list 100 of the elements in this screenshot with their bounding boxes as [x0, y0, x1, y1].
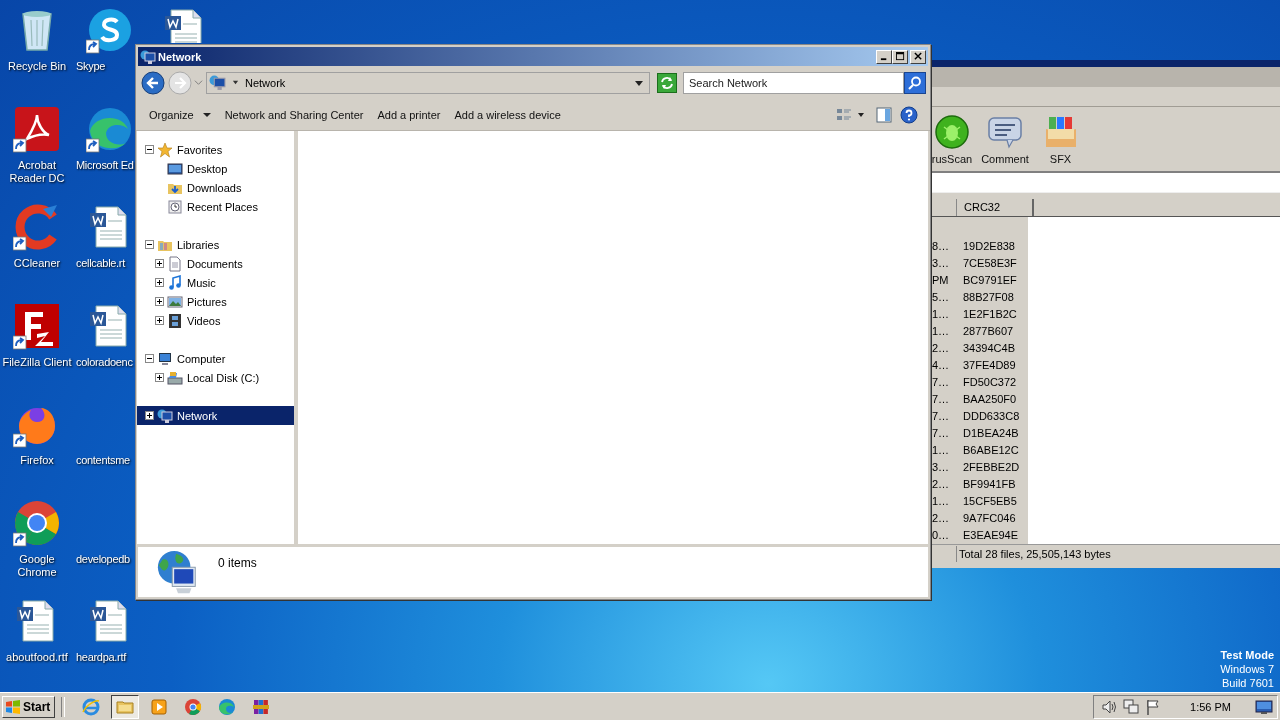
table-cell-text: 8…: [931, 240, 951, 253]
chrome-icon[interactable]: [13, 498, 61, 547]
desktop-icon-label[interactable]: Skype: [76, 60, 106, 73]
help-icon: [900, 105, 918, 124]
tree-item[interactable]: Libraries: [137, 235, 294, 254]
clock[interactable]: 1:56 PM: [1190, 700, 1231, 713]
desktop-icon-label[interactable]: Microsoft Ed: [76, 158, 134, 172]
table-cell: 2877B607: [963, 325, 1014, 338]
table-cell: 1E2F1B2C: [963, 308, 1017, 321]
table-cell: BF9941FB: [963, 478, 1016, 491]
document-icon: [167, 255, 183, 272]
caret-icon: [202, 110, 211, 119]
expand-toggle-icon[interactable]: [155, 373, 164, 382]
desktop-icon-label[interactable]: Acrobat Reader DC: [1, 158, 73, 185]
tree-item[interactable]: Local Disk (C:): [137, 368, 294, 387]
table-cell-text: 7…: [931, 376, 951, 389]
back-button[interactable]: [140, 69, 166, 96]
table-cell: 19D2E838: [963, 240, 1015, 253]
desktop-icon-label[interactable]: cellcable.rt: [76, 257, 125, 270]
expand-toggle-icon[interactable]: [155, 316, 164, 325]
desktop-icon-label[interactable]: Google Chrome: [1, 552, 73, 579]
title-bar[interactable]: Network: [138, 47, 928, 66]
address-bar[interactable]: Network: [206, 71, 650, 94]
desktop-icon-label[interactable]: developedb: [76, 552, 130, 566]
toolbar-button[interactable]: Add a printer: [370, 104, 448, 125]
show-desktop-icon[interactable]: [1255, 697, 1273, 716]
tree-item[interactable]: Recent Places: [137, 197, 294, 216]
speech-bubble-icon[interactable]: [987, 114, 1023, 149]
fz-app-icon[interactable]: [13, 301, 61, 350]
refresh-button[interactable]: [657, 72, 677, 93]
network-icon[interactable]: [1122, 697, 1141, 716]
folder-taskbar-icon[interactable]: [111, 694, 140, 719]
table-cell: BC9791EF: [963, 274, 1017, 287]
window-title: Network: [158, 50, 202, 63]
table-cell-text: PM: [931, 274, 950, 287]
desktop-icon-label[interactable]: Firefox: [1, 454, 73, 467]
item-count: 0 items: [218, 556, 257, 570]
start-button[interactable]: Start: [2, 695, 56, 718]
table-cell-text: 7…: [931, 410, 951, 423]
tree-item[interactable]: Computer: [137, 349, 294, 368]
expand-toggle-icon[interactable]: [155, 297, 164, 306]
search-field[interactable]: Search Network: [683, 71, 904, 94]
maximize-icon: [895, 52, 905, 61]
recent-places-icon: [167, 198, 183, 215]
expand-toggle-icon[interactable]: [145, 411, 154, 420]
toolbar-button[interactable]: Organize: [142, 104, 218, 125]
desktop-icon-label[interactable]: FileZilla Client: [1, 355, 73, 369]
minimize-button[interactable]: [876, 49, 892, 64]
desktop-icon-label[interactable]: aboutfood.rtf: [1, 651, 73, 664]
network-icon: [209, 74, 226, 91]
tree-item[interactable]: Desktop: [137, 159, 294, 178]
collapse-toggle-icon[interactable]: [145, 145, 154, 154]
desktop-icon-label[interactable]: CCleaner: [1, 257, 73, 270]
desktop-icon-label[interactable]: contentsme: [76, 454, 130, 467]
table-cell: 2FEBBE2D: [963, 461, 1020, 474]
toolbar-button-label[interactable]: rusScan: [931, 152, 973, 165]
toolbar-button[interactable]: Add a wireless device: [447, 104, 568, 125]
caret-icon[interactable]: [232, 79, 239, 86]
expand-toggle-icon[interactable]: [155, 278, 164, 287]
dropdown-caret-icon[interactable]: [635, 78, 643, 87]
tree-item[interactable]: Pictures: [137, 292, 294, 311]
table-cell: FD50C372: [963, 376, 1017, 389]
search-button[interactable]: [904, 71, 926, 94]
table-cell-text: 1…: [931, 495, 951, 508]
status-text: Total 28 files, 25,505,143 bytes: [958, 548, 1111, 561]
s-chat-icon[interactable]: [86, 6, 134, 54]
desktop-icon-label[interactable]: heardpa.rtf: [76, 651, 126, 664]
table-cell: 34394C4B: [963, 342, 1015, 355]
tree-item[interactable]: Music: [137, 273, 294, 292]
table-cell-text: 4…: [931, 359, 951, 372]
refresh-arrows-icon: [659, 74, 675, 91]
toolbar-button-label[interactable]: SFX: [1049, 152, 1072, 165]
toolbar-button[interactable]: Network and Sharing Center: [217, 104, 371, 125]
tree-item[interactable]: Downloads: [137, 178, 294, 197]
tree-item[interactable]: Favorites: [137, 140, 294, 159]
maximize-button[interactable]: [892, 49, 908, 64]
toolbar-button-label[interactable]: Comment: [981, 152, 1029, 165]
column-header[interactable]: CRC32: [957, 198, 1034, 216]
bug-scan-icon[interactable]: [934, 114, 970, 149]
network-monitor-icon: [140, 48, 156, 65]
collapse-toggle-icon[interactable]: [145, 240, 154, 249]
collapse-toggle-icon[interactable]: [145, 354, 154, 363]
os-notice-text: Test Mode: [1220, 648, 1274, 662]
close-icon: [913, 52, 923, 61]
tree-item[interactable]: Videos: [137, 311, 294, 330]
film-icon: [167, 312, 183, 329]
windows-logo-icon: [5, 698, 21, 715]
tree-item[interactable]: Documents: [137, 254, 294, 273]
table-cell-text: 7…: [931, 393, 951, 406]
table-cell: D1BEA24B: [963, 427, 1019, 440]
close-button[interactable]: [910, 49, 926, 64]
expand-toggle-icon[interactable]: [155, 259, 164, 268]
tree-item[interactable]: Network: [137, 406, 294, 425]
pdf-reader-icon[interactable]: [13, 104, 61, 153]
picture-icon: [167, 293, 183, 310]
os-notice-text: Build 7601: [1222, 676, 1274, 690]
desktop-icon-label[interactable]: coloradoenc: [76, 355, 133, 369]
table-cell-text: 2…: [931, 512, 951, 525]
table-cell-text: 3…: [931, 461, 951, 474]
desktop-icon-label[interactable]: Recycle Bin: [1, 60, 73, 73]
